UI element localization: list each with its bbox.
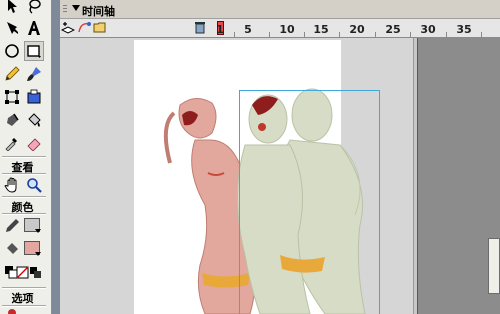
insert-layer-button[interactable] <box>61 20 75 34</box>
ruler-tick <box>339 32 340 37</box>
motion-guide-icon <box>78 22 91 33</box>
ruler-tick <box>446 32 447 37</box>
panel-grip[interactable] <box>63 8 67 9</box>
ruler-tick <box>481 32 482 37</box>
paint-bucket-tool[interactable] <box>24 110 44 130</box>
rectangle-icon <box>27 45 41 58</box>
eraser-tool[interactable] <box>24 133 44 153</box>
eyedropper-tool[interactable] <box>2 133 22 153</box>
collapse-triangle-icon[interactable] <box>72 5 80 11</box>
ink-bottle-tool[interactable] <box>2 110 22 130</box>
frame-number: 10 <box>279 23 295 36</box>
ruler-tick <box>269 32 270 37</box>
option-button[interactable] <box>8 309 16 314</box>
brush-tool[interactable] <box>24 64 44 84</box>
magnifier-icon <box>27 178 42 193</box>
panel-grip[interactable] <box>63 11 67 12</box>
pen-icon <box>7 22 18 34</box>
tools-divider <box>2 196 46 198</box>
eyedropper-icon <box>5 138 17 151</box>
paint-bucket-icon <box>28 113 41 127</box>
lasso-icon <box>29 0 41 14</box>
fill-transform-tool[interactable] <box>24 87 44 107</box>
ruler-tick <box>410 32 411 37</box>
folder-icon <box>93 22 106 33</box>
lasso-tool[interactable] <box>24 0 44 16</box>
pencil-tool[interactable] <box>2 64 22 84</box>
timeline-title: 时间轴 <box>82 5 115 18</box>
frame-number: 1 <box>216 23 224 36</box>
stroke-color-icon <box>2 216 22 236</box>
oval-icon <box>5 44 19 58</box>
hand-icon <box>4 177 17 193</box>
frame-number: 25 <box>385 23 401 36</box>
free-transform-icon <box>5 90 19 104</box>
eraser-icon <box>27 138 41 151</box>
ruler-tick <box>234 32 235 37</box>
text-a-icon <box>28 21 40 35</box>
options-section-label: 选项 <box>11 292 34 305</box>
ruler-tick <box>304 32 305 37</box>
tools-divider <box>2 287 46 289</box>
frame-number: 20 <box>349 23 365 36</box>
arrow-tool[interactable] <box>2 0 22 16</box>
vertical-scrollbar-thumb[interactable] <box>488 238 500 294</box>
trash-icon <box>195 22 205 34</box>
paint-bucket-icon <box>7 243 18 254</box>
pen-tool[interactable] <box>2 18 22 38</box>
selection-bounding-box[interactable] <box>239 90 380 314</box>
chevron-down-icon <box>35 252 41 256</box>
tools-panel: 查看 颜色 选项 <box>0 0 52 314</box>
timeline-header[interactable] <box>60 0 500 19</box>
delete-layer-button[interactable] <box>193 20 207 34</box>
add-motion-guide-button[interactable] <box>77 20 91 34</box>
insert-layer-folder-button[interactable] <box>93 20 107 34</box>
oval-tool[interactable] <box>2 41 22 61</box>
ruler-tick <box>375 32 376 37</box>
tools-divider <box>2 213 46 215</box>
swap-colors-icon <box>30 267 41 278</box>
panel-grip[interactable] <box>63 5 67 6</box>
ink-bottle-icon <box>7 113 19 126</box>
rectangle-tool[interactable] <box>24 41 44 61</box>
tools-divider <box>2 156 46 158</box>
hand-tool[interactable] <box>2 175 22 195</box>
panel-splitter[interactable] <box>52 0 60 314</box>
fill-color-icon <box>2 239 22 259</box>
fill-transform-icon <box>27 89 41 104</box>
arrow-icon <box>8 0 17 13</box>
frame-number: 5 <box>244 23 252 36</box>
chevron-down-icon <box>35 229 41 233</box>
frame-number: 15 <box>313 23 329 36</box>
tools-divider <box>2 305 46 307</box>
brush-icon <box>27 67 41 81</box>
pencil-icon <box>5 66 20 81</box>
text-tool[interactable] <box>24 18 44 38</box>
free-transform-tool[interactable] <box>2 87 22 107</box>
zoom-tool[interactable] <box>24 175 44 195</box>
swap-colors-button[interactable] <box>26 263 46 283</box>
pencil-icon <box>6 219 19 232</box>
frame-number: 35 <box>456 23 472 36</box>
frame-number: 30 <box>420 23 436 36</box>
insert-layer-icon <box>61 22 75 34</box>
